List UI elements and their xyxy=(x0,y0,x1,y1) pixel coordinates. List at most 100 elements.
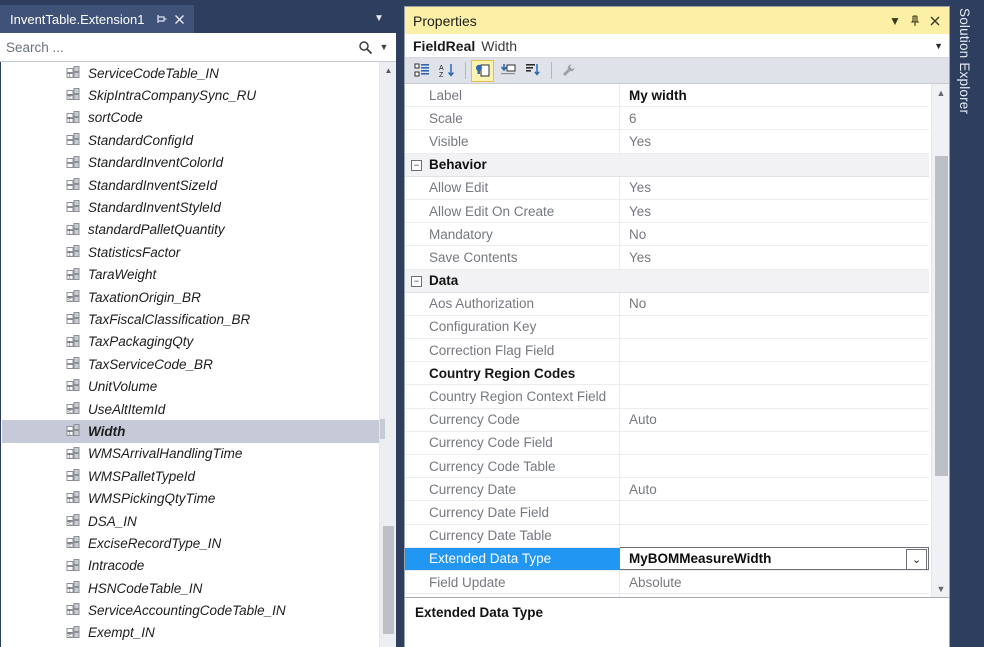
property-value[interactable]: Auto xyxy=(620,409,929,431)
tree-item[interactable]: E DSA_IN xyxy=(2,510,379,532)
tree-item[interactable]: StandardInventColorId xyxy=(2,152,379,174)
tree-item[interactable]: E UseAltItemId xyxy=(2,398,379,420)
property-row[interactable]: Field Update Absolute xyxy=(405,570,929,595)
property-value[interactable]: 6 xyxy=(620,107,929,129)
property-value[interactable] xyxy=(620,501,929,523)
property-value[interactable]: Yes xyxy=(620,200,929,222)
tree-item[interactable]: StandardConfigId xyxy=(2,129,379,151)
property-category-row[interactable]: − Behavior xyxy=(405,153,929,177)
tree-item[interactable]: 1 TaraWeight xyxy=(2,264,379,286)
property-value[interactable] xyxy=(620,385,929,407)
pin-icon[interactable] xyxy=(152,10,170,28)
chevron-down-icon[interactable]: ⌄ xyxy=(906,548,927,570)
property-value[interactable]: My width xyxy=(620,84,929,106)
chevron-down-icon[interactable]: ▼ xyxy=(885,10,905,32)
property-value[interactable]: No xyxy=(620,293,929,315)
properties-grid[interactable]: Label My width Scale 6 Visible Yes − Behavior Al… xyxy=(405,84,949,598)
events-icon[interactable] xyxy=(496,60,519,82)
property-row[interactable]: Visible Yes xyxy=(405,130,929,154)
property-row[interactable]: Currency Date Auto xyxy=(405,478,929,502)
tree-item[interactable]: E TaxationOrigin_BR xyxy=(2,286,379,308)
search-icon[interactable] xyxy=(354,36,376,58)
property-value[interactable]: Yes xyxy=(620,177,929,199)
property-value[interactable] xyxy=(620,339,929,361)
close-icon[interactable] xyxy=(925,10,945,32)
scroll-down-icon[interactable]: ▼ xyxy=(932,580,949,597)
property-value[interactable] xyxy=(620,455,929,477)
tree-item[interactable]: WMSPalletTypeId xyxy=(2,465,379,487)
chevron-down-icon[interactable]: ▼ xyxy=(370,10,388,26)
property-row[interactable]: General Data Protection RegulCustomerCon… xyxy=(405,594,929,597)
close-icon[interactable] xyxy=(170,10,188,28)
tree-item[interactable]: 1 HSNCodeTable_IN xyxy=(2,577,379,599)
property-row[interactable]: Scale 6 xyxy=(405,107,929,131)
group-icon[interactable] xyxy=(521,60,544,82)
tree-item[interactable]: 1 StatisticsFactor xyxy=(2,241,379,263)
properties-scrollbar[interactable]: ▲ ▼ xyxy=(931,84,949,597)
object-selector[interactable]: FieldReal Width ▼ xyxy=(405,34,949,58)
tree-item[interactable]: 1 WMSArrivalHandlingTime xyxy=(2,443,379,465)
property-value[interactable]: Yes xyxy=(620,130,929,152)
property-row[interactable]: Currency Code Field xyxy=(405,431,929,455)
property-value[interactable]: Auto xyxy=(620,478,929,500)
property-value[interactable]: CustomerContent xyxy=(620,594,929,597)
tree-item[interactable]: TaxFiscalClassification_BR xyxy=(2,308,379,330)
property-row[interactable]: Currency Date Table xyxy=(405,524,929,548)
tree-item[interactable]: 1 sortCode xyxy=(2,107,379,129)
property-row[interactable]: Currency Date Field xyxy=(405,501,929,525)
property-value[interactable]: Absolute xyxy=(620,571,929,593)
wrench-icon[interactable] xyxy=(557,60,580,82)
property-row[interactable]: Allow Edit On Create Yes xyxy=(405,199,929,224)
property-row[interactable]: Country Region Context Field xyxy=(405,385,929,409)
field-tree[interactable]: 1 ServiceCodeTable_IN E SkipIntraCompanySyn… xyxy=(1,62,379,647)
collapse-toggle-icon[interactable]: − xyxy=(411,275,422,287)
property-row[interactable]: Correction Flag Field xyxy=(405,339,929,363)
property-row-selected[interactable]: Extended Data Type MyBOMMeasureWidth ⌄ xyxy=(405,547,929,571)
tree-item[interactable]: StandardInventSizeId xyxy=(2,174,379,196)
property-row[interactable]: Country Region Codes xyxy=(405,362,929,386)
property-value[interactable] xyxy=(620,316,929,338)
property-row[interactable]: Save Contents Yes xyxy=(405,246,929,270)
property-value[interactable]: MyBOMMeasureWidth xyxy=(620,547,929,571)
collapse-toggle-icon[interactable]: − xyxy=(411,159,422,171)
solution-explorer-docked-tab[interactable]: Solution Explorer xyxy=(950,0,984,647)
property-row[interactable]: Label My width xyxy=(405,84,929,108)
properties-icon[interactable] xyxy=(471,59,494,82)
tree-item-selected[interactable]: 1 Width xyxy=(2,420,379,443)
tree-item[interactable]: 1 ServiceAccountingCodeTable_IN xyxy=(2,599,379,621)
property-value[interactable] xyxy=(620,525,929,547)
chevron-down-icon[interactable]: ▼ xyxy=(376,36,392,58)
scroll-up-icon[interactable]: ▲ xyxy=(932,84,949,102)
property-category-row[interactable]: − Data xyxy=(405,269,929,293)
tree-scrollbar[interactable]: ▲ xyxy=(379,62,396,647)
property-value[interactable]: No xyxy=(620,223,929,245)
tree-item[interactable]: 1 UnitVolume xyxy=(2,375,379,397)
property-row[interactable]: Configuration Key xyxy=(405,315,929,340)
sort-az-icon[interactable]: A Z xyxy=(435,60,458,82)
pin-icon[interactable] xyxy=(905,10,925,32)
property-row[interactable]: Currency Code Table xyxy=(405,455,929,479)
tree-item[interactable]: StandardInventStyleId xyxy=(2,196,379,218)
scrollbar-thumb[interactable] xyxy=(383,526,394,634)
property-row[interactable]: Currency Code Auto xyxy=(405,408,929,432)
tree-item[interactable]: 1 TaxPackagingQty xyxy=(2,331,379,353)
property-row[interactable]: Aos Authorization No xyxy=(405,292,929,316)
scroll-up-icon[interactable]: ▲ xyxy=(380,62,397,79)
tree-item[interactable]: E Exempt_IN xyxy=(2,622,379,644)
property-value[interactable]: Yes xyxy=(620,246,929,268)
tree-item[interactable]: 1 ServiceCodeTable_IN xyxy=(2,62,379,84)
search-input[interactable] xyxy=(0,39,354,55)
tree-item[interactable]: Intracode xyxy=(2,555,379,577)
property-row[interactable]: Allow Edit Yes xyxy=(405,176,929,200)
categorized-icon[interactable] xyxy=(410,60,433,82)
scrollbar-thumb[interactable] xyxy=(935,156,948,476)
tree-item[interactable]: 1 standardPalletQuantity xyxy=(2,219,379,241)
tree-item[interactable]: E ExciseRecordType_IN xyxy=(2,532,379,554)
tree-item[interactable]: 1 WMSPickingQtyTime xyxy=(2,487,379,509)
chevron-down-icon[interactable]: ▼ xyxy=(934,34,943,58)
document-tab-inventtable-extension1[interactable]: InventTable.Extension1 xyxy=(0,5,195,33)
property-value[interactable] xyxy=(620,362,929,384)
tree-item[interactable]: TaxServiceCode_BR xyxy=(2,353,379,375)
property-value[interactable] xyxy=(620,432,929,454)
tree-item[interactable]: E SkipIntraCompanySync_RU xyxy=(2,84,379,106)
